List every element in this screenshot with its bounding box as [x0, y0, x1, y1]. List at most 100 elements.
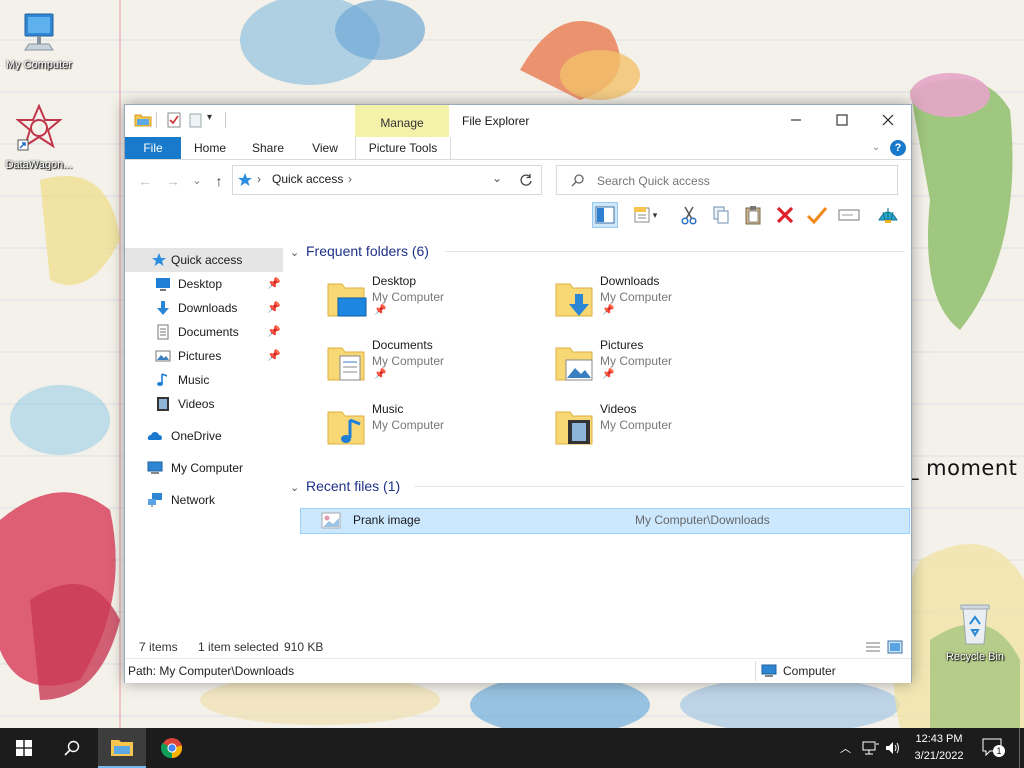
folder-tile-music[interactable]: Music My Computer: [290, 402, 510, 462]
details-view-icon[interactable]: [865, 641, 881, 653]
collapse-chevron-icon: ⌄: [290, 482, 300, 494]
folder-tile-documents[interactable]: Documents My Computer 📌: [290, 338, 510, 398]
pin-icon: 📌: [602, 369, 615, 380]
desktop-icon-label: My Computer: [5, 59, 73, 71]
search-button[interactable]: [48, 728, 96, 768]
nav-item-label: Pictures: [178, 349, 222, 363]
delete-button[interactable]: [772, 202, 798, 228]
properties-dropdown-button[interactable]: ▾: [627, 202, 663, 228]
search-input[interactable]: [595, 171, 889, 191]
volume-icon[interactable]: [885, 740, 901, 756]
nav-item-downloads[interactable]: Downloads 📌: [125, 296, 283, 320]
pin-icon[interactable]: 📌: [267, 272, 281, 296]
tab-view[interactable]: View: [303, 137, 347, 159]
nav-item-label: Music: [178, 373, 210, 387]
nav-item-videos[interactable]: Videos: [125, 392, 283, 416]
forward-button[interactable]: →: [163, 171, 183, 191]
item-count: 7 items: [139, 640, 178, 654]
folder-tile-downloads[interactable]: Downloads My Computer 📌: [518, 274, 738, 334]
cloud-icon: [147, 432, 162, 440]
nav-item-desktop[interactable]: Desktop 📌: [125, 272, 283, 296]
desktop-icon-my-computer[interactable]: My Computer: [1, 10, 77, 71]
nav-item-music[interactable]: Music: [125, 368, 283, 392]
downloads-folder-icon: [555, 283, 593, 317]
properties-icon[interactable]: [165, 111, 183, 129]
desktop-folder-icon: [327, 283, 367, 317]
address-dropdown-icon[interactable]: ⌄: [492, 171, 502, 185]
qat-dropdown-icon[interactable]: ▾: [207, 112, 225, 130]
up-button[interactable]: ↑: [209, 171, 229, 191]
start-button[interactable]: [0, 728, 48, 768]
videos-folder-icon: [555, 411, 593, 445]
search-icon: [64, 740, 80, 756]
breadcrumb-quick-access[interactable]: Quick access: [272, 172, 343, 186]
show-desktop-button[interactable]: [1019, 728, 1020, 768]
minimize-button[interactable]: [773, 105, 819, 135]
system-clock[interactable]: 12:43 PM 3/21/2022: [904, 731, 974, 765]
tab-picture-tools[interactable]: Picture Tools: [355, 137, 451, 159]
breadcrumb-separator-icon[interactable]: ›: [348, 172, 352, 186]
new-folder-icon[interactable]: [187, 111, 205, 129]
network-icon[interactable]: [862, 740, 880, 756]
help-icon[interactable]: ?: [890, 140, 906, 156]
details-divider: [755, 661, 756, 681]
image-file-icon: [321, 512, 341, 529]
notification-badge: 1: [993, 745, 1005, 757]
group-divider: [445, 251, 905, 252]
pin-icon[interactable]: 📌: [267, 296, 281, 320]
maximize-button[interactable]: [819, 105, 865, 135]
taskbar-chrome[interactable]: [148, 728, 196, 768]
action-center-button[interactable]: 1: [982, 738, 1005, 758]
paste-button[interactable]: [740, 202, 766, 228]
copy-button[interactable]: [708, 202, 734, 228]
expand-ribbon-icon[interactable]: ⌄: [867, 137, 885, 159]
pin-icon[interactable]: 📌: [267, 344, 281, 368]
manage-contextual-tab[interactable]: Manage: [355, 105, 449, 137]
folder-tile-desktop[interactable]: Desktop My Computer 📌: [290, 274, 510, 334]
preview-pane-button[interactable]: [592, 202, 618, 228]
show-hidden-icons-icon[interactable]: ︿: [840, 740, 851, 756]
nav-item-onedrive[interactable]: OneDrive: [125, 424, 283, 448]
select-check-button[interactable]: [804, 202, 830, 228]
title-bar[interactable]: ▾ Manage File Explorer: [125, 105, 911, 137]
folder-tile-videos[interactable]: Videos My Computer: [518, 402, 738, 462]
computer-icon: [147, 461, 163, 474]
refresh-button[interactable]: [511, 165, 542, 195]
recent-locations-icon[interactable]: ⌄: [187, 171, 207, 191]
frequent-folders-header[interactable]: ⌄ Frequent folders (6): [290, 240, 429, 262]
folder-location: My Computer: [600, 418, 673, 432]
recent-file-row[interactable]: Prank image My Computer\Downloads: [300, 508, 910, 534]
address-bar[interactable]: › Quick access › ⌄: [232, 165, 537, 195]
rename-button[interactable]: [836, 202, 862, 228]
pin-icon[interactable]: 📌: [267, 320, 281, 344]
desktop-icon-recycle-bin[interactable]: Recycle Bin: [937, 602, 1013, 663]
nav-item-my-computer[interactable]: My Computer: [125, 456, 283, 480]
minimize-icon: [791, 119, 801, 121]
file-explorer-icon: [111, 740, 133, 756]
folder-location: My Computer: [372, 418, 445, 432]
tab-home[interactable]: Home: [187, 137, 233, 159]
taskbar-file-explorer[interactable]: [98, 728, 146, 768]
tab-share[interactable]: Share: [245, 137, 291, 159]
recent-file-path: My Computer\Downloads: [635, 513, 770, 527]
folder-tile-pictures[interactable]: Pictures My Computer 📌: [518, 338, 738, 398]
large-icons-view-icon[interactable]: [887, 640, 903, 654]
group-divider: [414, 486, 905, 487]
search-box[interactable]: [556, 165, 898, 195]
recent-files-header[interactable]: ⌄ Recent files (1): [290, 475, 400, 497]
quick-access-star-icon: [238, 173, 252, 186]
breadcrumb-separator-icon: ›: [257, 172, 261, 186]
nav-item-quick-access[interactable]: Quick access: [125, 248, 283, 272]
back-button[interactable]: ←: [135, 171, 155, 191]
file-explorer-window[interactable]: ▾ Manage File Explorer File Home Share V…: [124, 104, 912, 683]
nav-item-label: Videos: [178, 397, 215, 411]
cut-button[interactable]: [676, 202, 702, 228]
nav-item-pictures[interactable]: Pictures 📌: [125, 344, 283, 368]
shell-button[interactable]: [875, 202, 901, 228]
desktop-icon-datawagon[interactable]: DataWagon...: [1, 103, 77, 171]
close-button[interactable]: [865, 105, 911, 135]
nav-item-documents[interactable]: Documents 📌: [125, 320, 283, 344]
nav-item-network[interactable]: Network: [125, 488, 283, 512]
tab-file[interactable]: File: [125, 137, 181, 159]
nav-item-label: Quick access: [171, 253, 243, 267]
